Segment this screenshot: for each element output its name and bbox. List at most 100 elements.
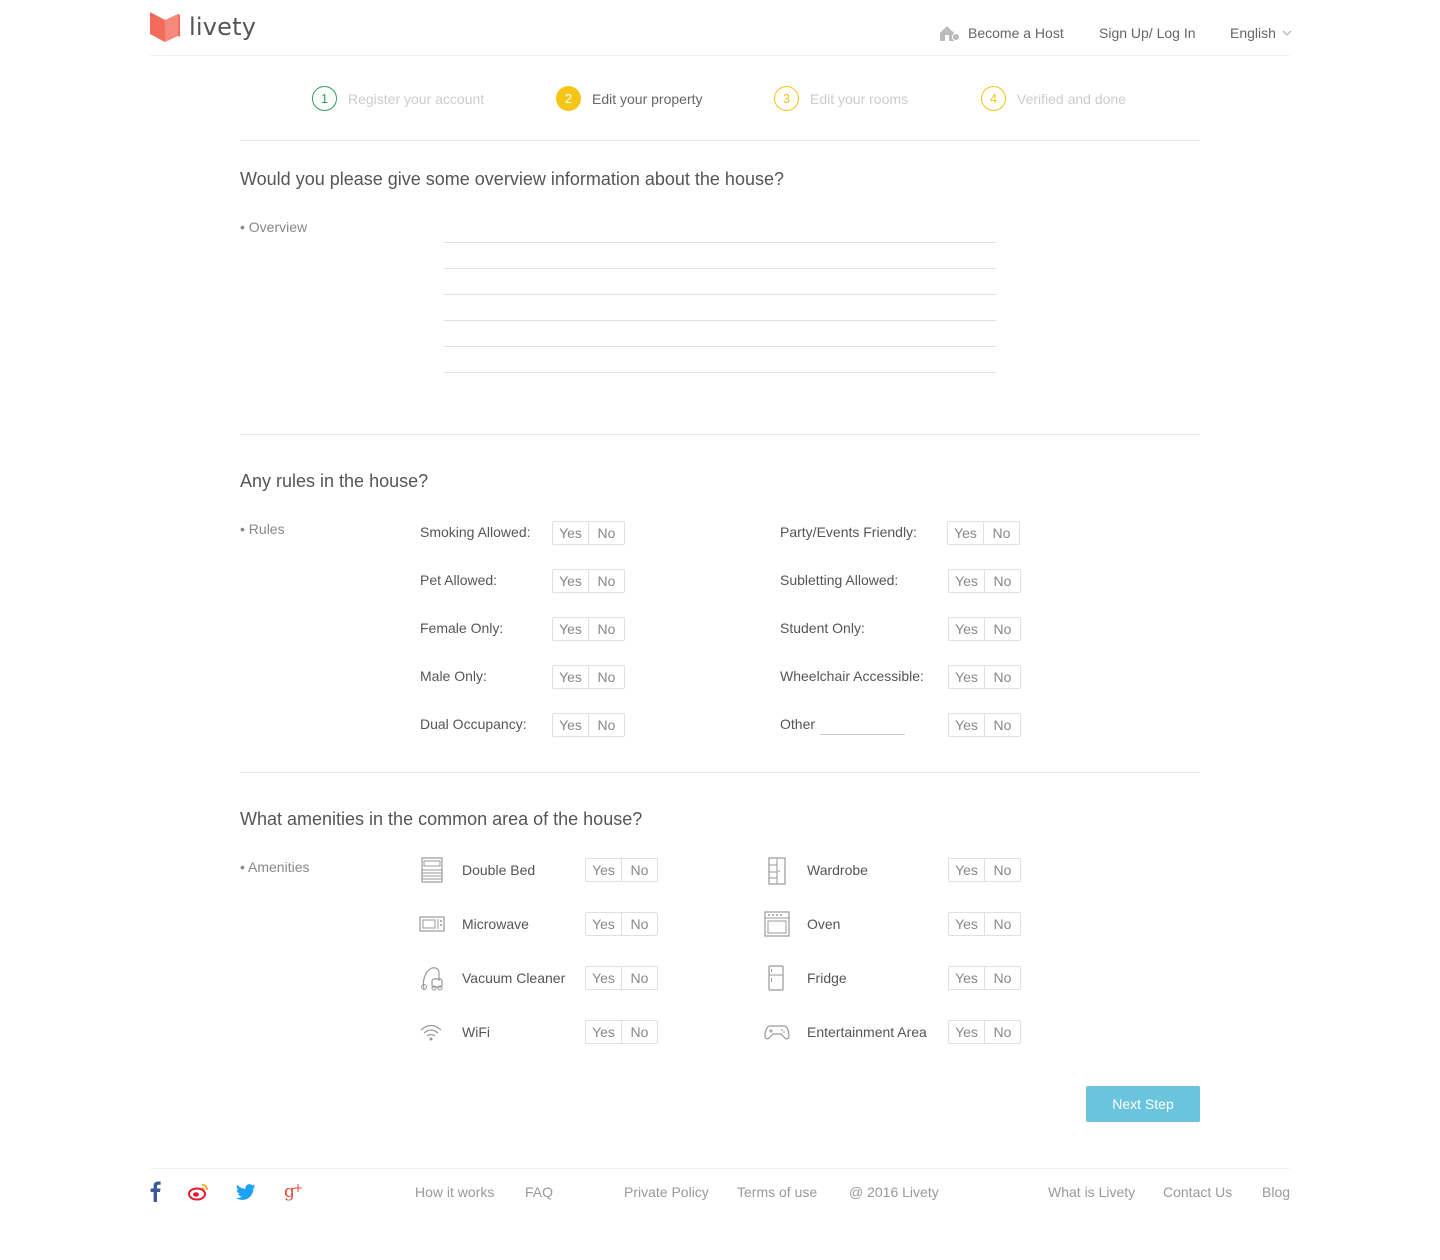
amenity-label: Wardrobe [807,862,868,878]
oven-icon [764,911,790,942]
microwave-icon [419,915,445,938]
amenity-label: Microwave [462,916,529,932]
logo-text: livety [189,13,257,41]
no-option[interactable]: No [985,859,1020,881]
footer-divider [150,1168,1290,1169]
step-verified: 4 Verified and done [981,86,1126,111]
yes-option[interactable]: Yes [949,666,985,688]
next-step-button[interactable]: Next Step [1086,1086,1200,1122]
no-option[interactable]: No [589,570,624,592]
amenity-double-bed-toggle: Yes No [585,858,658,882]
textarea-line [444,372,996,373]
textarea-line [444,320,996,321]
yes-option[interactable]: Yes [553,666,589,688]
amenity-oven-toggle: Yes No [948,912,1021,936]
no-option[interactable]: No [589,714,624,736]
amenity-label: WiFi [462,1024,490,1040]
login-link[interactable]: Sign Up/ Log In [1099,25,1196,41]
yes-option[interactable]: Yes [949,1021,985,1043]
amenity-label: Fridge [807,970,847,986]
no-option[interactable]: No [622,913,657,935]
facebook-icon[interactable] [148,1180,162,1207]
yes-option[interactable]: Yes [949,859,985,881]
svg-text:+: + [293,1181,303,1195]
footer-copyright: @ 2016 Livety [849,1184,939,1200]
yes-option[interactable]: Yes [586,913,622,935]
no-option[interactable]: No [985,967,1020,989]
overview-label: • Overview [240,219,308,235]
twitter-icon[interactable] [236,1184,256,1205]
no-option[interactable]: No [985,714,1020,736]
rule-dual-occupancy-toggle: Yes No [552,713,625,737]
footer-terms[interactable]: Terms of use [737,1184,817,1200]
amenity-label: Double Bed [462,862,536,878]
textarea-line [444,242,996,243]
yes-option[interactable]: Yes [553,570,589,592]
rule-subletting-allowed-toggle: Yes No [948,569,1021,593]
vacuum-icon [419,965,445,996]
no-option[interactable]: No [589,666,624,688]
step-register: 1 Register your account [312,86,484,111]
amenity-label: Entertainment Area [807,1024,927,1040]
no-option[interactable]: No [589,522,624,544]
weibo-icon[interactable] [188,1183,210,1206]
become-host-link[interactable]: Become a Host [938,24,1064,42]
yes-option[interactable]: Yes [949,618,985,640]
house-icon [940,26,960,41]
section-divider [240,140,1200,141]
step-number: 4 [981,86,1006,111]
rule-smoking-allowed-toggle: Yes No [552,521,625,545]
rule-label: Subletting Allowed: [780,572,899,588]
wardrobe-icon [767,857,787,890]
no-option[interactable]: No [985,913,1020,935]
footer-privacy[interactable]: Private Policy [624,1184,709,1200]
amenity-microwave-toggle: Yes No [585,912,658,936]
yes-option[interactable]: Yes [949,570,985,592]
footer-contact[interactable]: Contact Us [1163,1184,1232,1200]
yes-option[interactable]: Yes [553,618,589,640]
chevron-down-icon [1282,30,1292,36]
step-number: 3 [774,86,799,111]
rule-female-only-toggle: Yes No [552,617,625,641]
amenity-entertainment-area-toggle: Yes No [948,1020,1021,1044]
footer-blog[interactable]: Blog [1262,1184,1290,1200]
yes-option[interactable]: Yes [949,913,985,935]
footer-what-is[interactable]: What is Livety [1048,1184,1135,1200]
no-option[interactable]: No [622,1021,657,1043]
rules-label: • Rules [240,521,285,537]
yes-option[interactable]: Yes [586,1021,622,1043]
footer-faq[interactable]: FAQ [525,1184,553,1200]
yes-option[interactable]: Yes [948,522,984,544]
no-option[interactable]: No [622,967,657,989]
logo-icon [150,12,180,42]
bed-icon [420,857,444,888]
other-rule-input[interactable] [820,734,905,735]
gamepad-icon [764,1023,790,1046]
textarea-line [444,346,996,347]
yes-option[interactable]: Yes [949,714,985,736]
language-selector[interactable]: English [1230,25,1292,41]
rule-other-toggle: Yes No [948,713,1021,737]
rule-label: Dual Occupancy: [420,716,527,732]
yes-option[interactable]: Yes [586,859,622,881]
google-plus-icon[interactable]: g + [284,1181,304,1206]
yes-option[interactable]: Yes [553,714,589,736]
no-option[interactable]: No [985,666,1020,688]
rule-wheelchair-accessible-toggle: Yes No [948,665,1021,689]
no-option[interactable]: No [985,618,1020,640]
yes-option[interactable]: Yes [553,522,589,544]
logo[interactable]: livety [150,12,256,42]
no-option[interactable]: No [622,859,657,881]
rule-label: Party/Events Friendly: [780,524,917,540]
no-option[interactable]: No [589,618,624,640]
site-header: livety Become a Host Sign Up/ Log In Eng… [0,0,1440,56]
no-option[interactable]: No [984,522,1019,544]
amenity-vacuum-cleaner-toggle: Yes No [585,966,658,990]
footer-how-it-works[interactable]: How it works [415,1184,494,1200]
no-option[interactable]: No [985,570,1020,592]
yes-option[interactable]: Yes [586,967,622,989]
no-option[interactable]: No [985,1021,1020,1043]
section-divider [240,434,1200,435]
rule-label: Pet Allowed: [420,572,498,588]
yes-option[interactable]: Yes [949,967,985,989]
